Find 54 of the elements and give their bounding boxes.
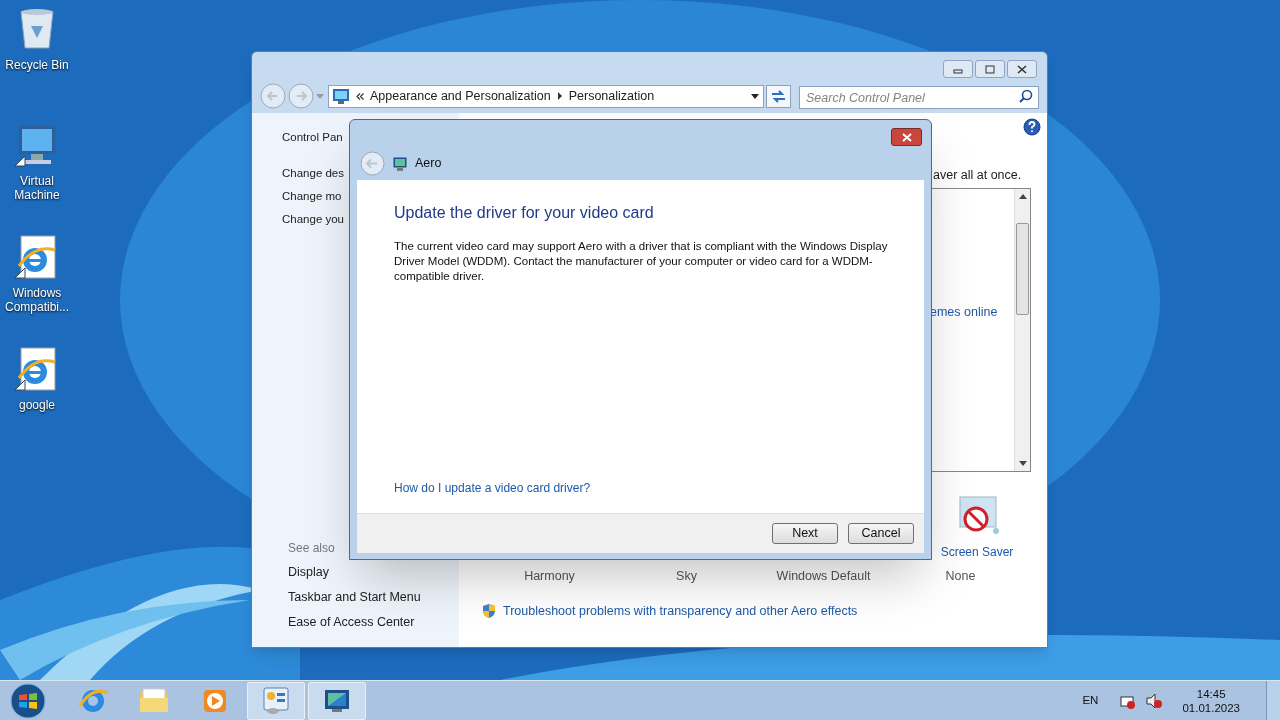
icon-label: Recycle Bin [5, 58, 69, 72]
show-desktop-button[interactable] [1266, 680, 1280, 720]
pane-link[interactable]: Control Pan [282, 129, 343, 147]
address-bar[interactable]: Appearance and Personalization Personalization [328, 84, 764, 108]
display-icon [393, 156, 407, 171]
volume-icon[interactable] [1146, 692, 1163, 709]
dialog-button[interactable]: Next [772, 523, 838, 544]
refresh-button[interactable] [766, 84, 791, 108]
chevron-icon [356, 92, 364, 100]
theme-label: None [944, 568, 977, 585]
search-icon [1019, 88, 1033, 103]
icon-label: Virtual Machine [13, 174, 61, 202]
dialog-message: The current video card may support Aero with a driver that is compliant with the Windows Display Driver Model (WDDM). Contact the manufacturer of your computer or video card for a WDDM-compatible driver. [394, 239, 889, 284]
shield-icon [481, 603, 497, 620]
theme-label: Windows Default [775, 568, 872, 585]
theme-label: Sky [675, 568, 698, 585]
icon-label: google [18, 398, 55, 412]
theme-label: Harmony [523, 568, 576, 585]
start-button[interactable] [8, 682, 48, 719]
scroll-up-icon[interactable] [1019, 194, 1027, 199]
link[interactable]: Troubleshoot problems with transparency and other Aero effects [503, 602, 858, 621]
pane-link[interactable]: Change des [282, 165, 345, 183]
clock[interactable]: 14:45 01.01.2023 [1182, 686, 1240, 715]
link[interactable]: Screen Saver [940, 543, 1014, 561]
icon-label: Windows Compatibi... [4, 286, 70, 314]
scroll-down-icon[interactable] [1019, 461, 1027, 466]
dialog-heading: Update the driver for your video card [394, 203, 654, 223]
minimize-button[interactable] [943, 60, 973, 78]
help-icon [1023, 118, 1041, 136]
close-button[interactable] [1007, 60, 1037, 78]
dialog-title: Aero [415, 155, 442, 173]
search-field[interactable]: Search Control Panel [799, 86, 1039, 109]
pane-link[interactable]: Taskbar and Start Menu [288, 587, 421, 607]
dropdown-icon [750, 91, 760, 101]
close-icon [901, 132, 912, 142]
scrollbar[interactable] [1014, 189, 1030, 471]
pane-link[interactable]: Display [288, 563, 421, 582]
close-icon [1017, 64, 1027, 74]
dialog-button[interactable]: Cancel [848, 523, 914, 544]
maximize-icon [985, 64, 995, 74]
pane-link[interactable]: Change you [282, 211, 345, 229]
dropdown-icon [316, 93, 324, 99]
breadcrumb-item[interactable]: Personalization [568, 86, 655, 106]
description-text: aver all at once. [933, 167, 1022, 184]
breadcrumb-item[interactable]: Appearance and Personalization [370, 86, 551, 106]
pane-link[interactable]: Change mo [282, 188, 342, 206]
language-indicator[interactable]: EN [1082, 691, 1099, 710]
help-link[interactable]: How do I update a video card driver? [394, 479, 591, 497]
section-heading: See also [288, 540, 336, 557]
arrow-icon [556, 91, 563, 101]
pane-link[interactable]: Ease of Access Center [288, 612, 421, 632]
taskbar-button[interactable] [308, 681, 366, 720]
close-button[interactable] [891, 128, 922, 146]
taskbar-button[interactable] [247, 681, 305, 720]
